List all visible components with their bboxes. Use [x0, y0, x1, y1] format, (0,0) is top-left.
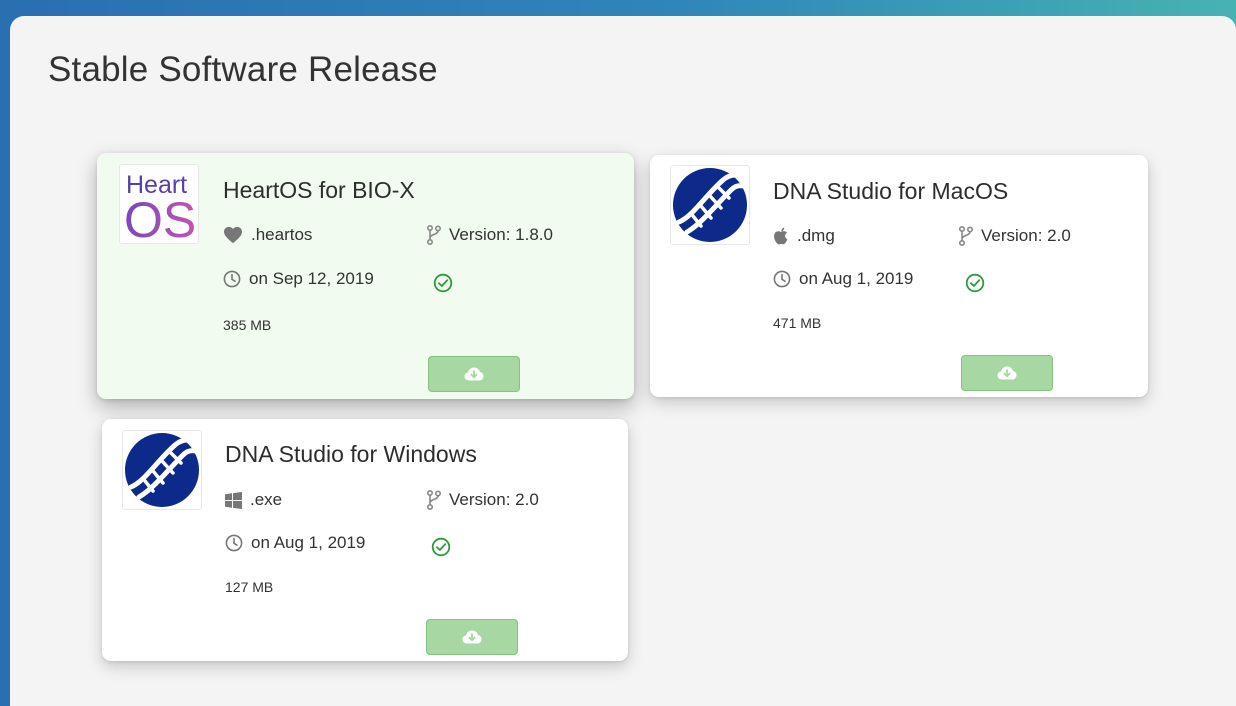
file-type-label: .exe [250, 490, 283, 509]
release-card-dna-windows[interactable]: DNA Studio for Windows .exe Version: 2.0 [102, 419, 628, 661]
version: Version: 1.8.0 [427, 225, 553, 245]
git-branch-icon [427, 225, 441, 245]
clock-icon [773, 270, 791, 288]
file-type: .dmg [773, 226, 835, 246]
check-circle-icon [965, 273, 985, 293]
dna-studio-logo [670, 165, 750, 245]
check-circle-icon [433, 273, 453, 293]
release-card-heartos[interactable]: Heart OS HeartOS for BIO-X .heartos Vers… [97, 153, 634, 399]
release-title: HeartOS for BIO-X [223, 177, 415, 203]
version: Version: 2.0 [959, 226, 1071, 246]
version-label: Version: 2.0 [449, 490, 539, 509]
release-date: on Sep 12, 2019 [223, 269, 374, 289]
clock-icon [223, 270, 241, 288]
release-title: DNA Studio for Windows [225, 441, 477, 467]
download-button[interactable] [428, 356, 520, 392]
release-date-label: on Sep 12, 2019 [249, 269, 374, 288]
release-card-dna-macos[interactable]: DNA Studio for MacOS .dmg Version: 2.0 o… [650, 155, 1148, 397]
file-type-label: .dmg [797, 226, 835, 245]
git-branch-icon [427, 490, 441, 510]
version-label: Version: 1.8.0 [449, 225, 553, 244]
file-type: .heartos [223, 225, 312, 245]
release-date: on Aug 1, 2019 [225, 533, 365, 553]
cloud-download-icon [464, 367, 484, 381]
dna-studio-logo [122, 430, 202, 510]
file-type: .exe [225, 490, 282, 510]
content-panel: Stable Software Release Heart OS HeartOS… [10, 16, 1236, 706]
release-date-label: on Aug 1, 2019 [799, 269, 914, 288]
version-label: Version: 2.0 [981, 226, 1071, 245]
download-button[interactable] [426, 619, 518, 655]
cloud-download-icon [462, 630, 482, 644]
release-title: DNA Studio for MacOS [773, 178, 1009, 204]
version: Version: 2.0 [427, 490, 539, 510]
windows-icon [225, 491, 242, 509]
download-button[interactable] [961, 355, 1053, 391]
window-frame: Stable Software Release Heart OS HeartOS… [0, 0, 1236, 706]
heartos-logo-text-2: OS [124, 192, 196, 243]
page-title: Stable Software Release [48, 50, 438, 89]
git-branch-icon [959, 226, 973, 246]
check-circle-icon [431, 537, 451, 557]
apple-icon [774, 227, 788, 245]
file-size: 385 MB [223, 317, 272, 333]
file-type-label: .heartos [251, 225, 313, 244]
file-size: 471 MB [773, 315, 822, 331]
clock-icon [225, 534, 243, 552]
cloud-download-icon [997, 366, 1017, 380]
heartos-logo: Heart OS [119, 164, 199, 244]
heart-icon [224, 226, 242, 244]
release-date-label: on Aug 1, 2019 [251, 533, 366, 552]
file-size: 127 MB [225, 579, 274, 595]
release-date: on Aug 1, 2019 [773, 269, 913, 289]
